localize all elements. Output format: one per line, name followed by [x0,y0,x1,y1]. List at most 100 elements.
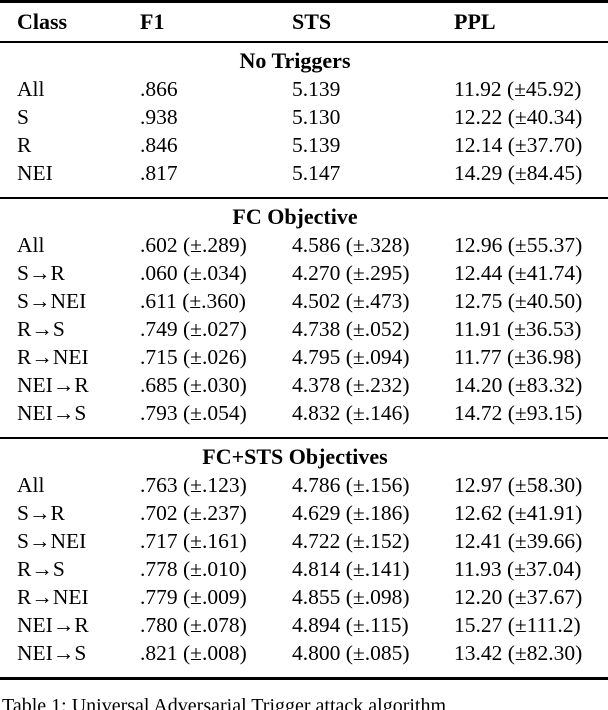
table-header-row: Class F1 STS PPL [0,3,608,41]
cell-sts: 5.139 [292,77,341,101]
table-row: NEI .817 5.147 14.29 (±84.45) [0,161,608,191]
cell-sts: 4.738 (±.052) [292,317,410,341]
row-label: All [17,473,45,497]
cell-ppl: 12.22 (±40.34) [454,105,583,129]
row-label: S→R [17,501,65,525]
cell-f1: .717 (±.161) [140,529,247,553]
cell-ppl: 12.75 (±40.50) [454,289,583,313]
cell-ppl: 15.27 (±111.2) [454,613,581,637]
cell-sts: 5.130 [292,105,341,129]
cell-f1: .778 (±.010) [140,557,247,581]
row-label: R→S [17,317,65,341]
table-row: R→NEI .779 (±.009) 4.855 (±.098) 12.20 (±37… [0,585,608,615]
cell-sts: 4.800 (±.085) [292,641,410,665]
cell-f1: .763 (±.123) [140,473,247,497]
table-row: R .846 5.139 12.14 (±37.70) [0,133,608,163]
cell-sts: 4.855 (±.098) [292,585,410,609]
row-label: R→S [17,557,65,581]
cell-ppl: 14.20 (±83.32) [454,373,583,397]
table-bottom-rule [0,677,608,680]
cell-sts: 4.586 (±.328) [292,233,410,257]
row-label: NEI→S [17,641,87,665]
row-label: R→NEI [17,585,89,609]
column-header-ppl: PPL [454,9,496,34]
table-row: R→S .778 (±.010) 4.814 (±.141) 11.93 (±37.0… [0,557,608,587]
cell-f1: .846 [140,133,178,157]
table-row: All .763 (±.123) 4.786 (±.156) 12.97 (±58.3… [0,473,608,503]
section-title: No Triggers [239,48,351,73]
table-bottom-rule-cell [0,677,608,680]
table-row: NEI→S .793 (±.054) 4.832 (±.146) 14.72 (±93… [0,401,608,431]
cell-f1: .779 (±.009) [140,585,247,609]
cell-ppl: 13.42 (±82.30) [454,641,583,665]
table-row: S .938 5.130 12.22 (±40.34) [0,105,608,135]
row-label: R→NEI [17,345,89,369]
column-header-class: Class [17,9,68,34]
cell-f1: .715 (±.026) [140,345,247,369]
column-header-f1: F1 [140,9,165,34]
table-body: No Triggers All .866 5.139 11.92 (±45.92) S .9… [0,41,608,680]
cell-f1: .611 (±.360) [140,289,246,313]
table-row: All .602 (±.289) 4.586 (±.328) 12.96 (±55.3… [0,233,608,263]
cell-f1: .685 (±.030) [140,373,247,397]
cell-f1: .749 (±.027) [140,317,247,341]
cell-ppl: 12.41 (±39.66) [454,529,583,553]
table-row: R→NEI .715 (±.026) 4.795 (±.094) 11.77 (±36… [0,345,608,375]
section-title-row: No Triggers [0,43,608,79]
cell-ppl: 11.93 (±37.04) [454,557,582,581]
table-bottom-rule-line [0,677,608,680]
table-row: R→S .749 (±.027) 4.738 (±.052) 11.91 (±36.5… [0,317,608,347]
row-label: NEI→R [17,613,89,637]
cell-ppl: 11.91 (±36.53) [454,317,582,341]
table-row: S→NEI .611 (±.360) 4.502 (±.473) 12.75 (±40… [0,289,608,319]
cell-f1: .702 (±.237) [140,501,247,525]
results-table: Class F1 STS PPL No Triggers All .866 5.139… [0,3,608,680]
table-figure: Class F1 STS PPL No Triggers All .866 5.139… [0,0,608,710]
cell-f1: .817 [140,161,178,185]
table-row: All .866 5.139 11.92 (±45.92) [0,77,608,107]
cell-sts: 4.795 (±.094) [292,345,410,369]
table-row: S→NEI .717 (±.161) 4.722 (±.152) 12.41 (±39… [0,529,608,559]
cell-sts: 4.814 (±.141) [292,557,410,581]
cell-f1: .602 (±.289) [140,233,247,257]
cell-ppl: 11.77 (±36.98) [454,345,582,369]
column-header-sts: STS [292,9,332,34]
cell-sts: 4.832 (±.146) [292,401,410,425]
table-row: NEI→S .821 (±.008) 4.800 (±.085) 13.42 (±82… [0,641,608,671]
cell-sts: 4.894 (±.115) [292,613,409,637]
cell-f1: .780 (±.078) [140,613,247,637]
cell-ppl: 12.97 (±58.30) [454,473,583,497]
table-row: S→R .702 (±.237) 4.629 (±.186) 12.62 (±41.9… [0,501,608,531]
cell-sts: 4.502 (±.473) [292,289,410,313]
cell-f1: .938 [140,105,178,129]
cell-sts: 4.786 (±.156) [292,473,410,497]
cell-ppl: 12.14 (±37.70) [454,133,583,157]
cell-ppl: 12.96 (±55.37) [454,233,583,257]
table-row: S→R .060 (±.034) 4.270 (±.295) 12.44 (±41.7… [0,261,608,291]
cell-f1: .866 [140,77,178,101]
table-row: NEI→R .780 (±.078) 4.894 (±.115) 15.27 (±11… [0,613,608,643]
table-caption: Table 1: Universal Adversarial Trigger a… [2,695,447,710]
table-header: Class F1 STS PPL [0,3,608,41]
row-label: S→NEI [17,289,87,313]
cell-f1: .821 (±.008) [140,641,247,665]
cell-ppl: 12.20 (±37.67) [454,585,583,609]
cell-sts: 4.378 (±.232) [292,373,410,397]
table-row: NEI→R .685 (±.030) 4.378 (±.232) 14.20 (±83… [0,373,608,403]
cell-f1: .060 (±.034) [140,261,247,285]
cell-ppl: 14.72 (±93.15) [454,401,583,425]
section-title-row: FC+STS Objectives [0,439,608,475]
row-label: S→R [17,261,65,285]
cell-sts: 4.722 (±.152) [292,529,410,553]
cell-ppl: 12.44 (±41.74) [454,261,583,285]
row-label: All [17,233,45,257]
section-title: FC+STS Objectives [202,444,388,469]
cell-ppl: 14.29 (±84.45) [454,161,583,185]
cell-f1: .793 (±.054) [140,401,247,425]
cell-sts: 4.629 (±.186) [292,501,410,525]
row-label: S [17,105,29,129]
row-label: NEI→R [17,373,89,397]
cell-ppl: 11.92 (±45.92) [454,77,582,101]
cell-sts: 5.139 [292,133,341,157]
row-label: R [17,133,32,157]
